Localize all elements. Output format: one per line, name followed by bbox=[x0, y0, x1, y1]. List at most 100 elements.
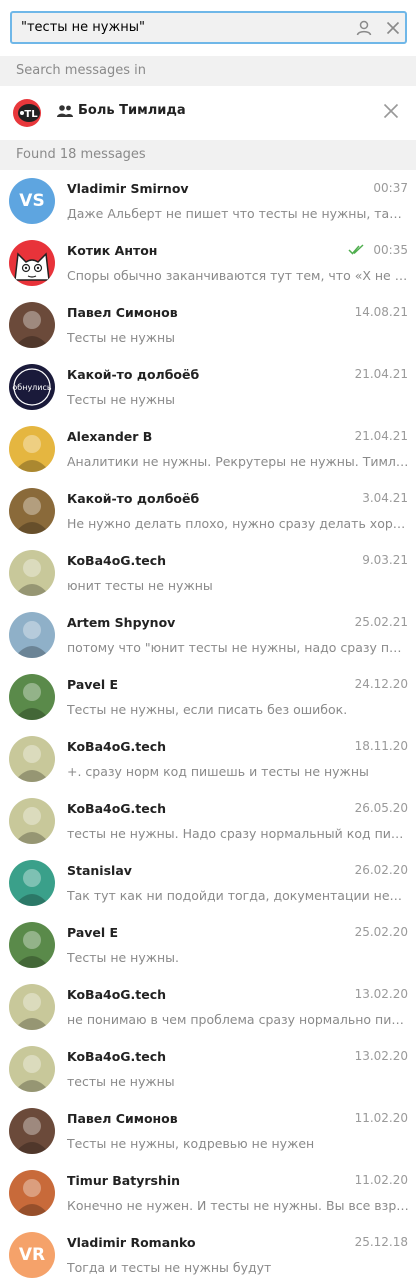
message-date: 26.05.20 bbox=[354, 801, 408, 815]
message-snippet: потому что "юнит тесты не нужны, надо ср… bbox=[67, 640, 409, 655]
message-snippet: Тогда и тесты не нужны будут bbox=[67, 1260, 272, 1275]
search-input[interactable] bbox=[21, 13, 341, 42]
avatar bbox=[9, 984, 55, 1030]
close-icon[interactable] bbox=[384, 19, 402, 37]
double-check-icon bbox=[348, 244, 364, 255]
message-date: 11.02.20 bbox=[354, 1173, 408, 1187]
message-date: 21.04.21 bbox=[354, 429, 408, 443]
photo-avatar-icon bbox=[9, 860, 55, 906]
avatar bbox=[9, 1170, 55, 1216]
photo-avatar-icon bbox=[9, 302, 55, 348]
avatar bbox=[9, 1046, 55, 1092]
message-snippet: Тесты не нужны bbox=[67, 392, 176, 407]
svg-text:обнулись: обнулись bbox=[12, 383, 52, 392]
sender-name: KoBa4oG.tech bbox=[67, 987, 167, 1002]
list-item[interactable]: VS Vladimir Smirnov 00:37 Даже Альберт не п… bbox=[0, 170, 416, 232]
cat-avatar-icon bbox=[9, 240, 55, 286]
message-date: 00:35 bbox=[373, 243, 408, 257]
svg-text:TL: TL bbox=[24, 109, 38, 120]
message-snippet: Так тут как ни подойди тогда, документац… bbox=[67, 888, 409, 903]
avatar bbox=[9, 302, 55, 348]
list-item[interactable]: VR Vladimir Romanko 25.12.18 Тогда и тесты … bbox=[0, 1224, 416, 1280]
avatar: обнулись bbox=[9, 364, 55, 410]
sender-name: KoBa4oG.tech bbox=[67, 1049, 167, 1064]
photo-avatar-icon bbox=[9, 674, 55, 720]
avatar-initials: VS bbox=[19, 191, 45, 211]
sender-name: Какой-то долбоёб bbox=[67, 367, 200, 382]
sender-name: Павел Симонов bbox=[67, 305, 178, 320]
scope-chat-row[interactable]: TL Боль Тимлида bbox=[0, 86, 416, 138]
list-item[interactable]: Котик Антон 00:35 Споры обычно заканчивают… bbox=[0, 232, 416, 294]
avatar bbox=[9, 860, 55, 906]
list-item[interactable]: KoBa4oG.tech 13.02.20 не понимаю в чем про… bbox=[0, 976, 416, 1038]
avatar bbox=[9, 798, 55, 844]
list-item[interactable]: Timur Batyrshin 11.02.20 Конечно не нужен.… bbox=[0, 1162, 416, 1224]
avatar bbox=[9, 922, 55, 968]
chat-logo-icon: TL bbox=[13, 99, 41, 127]
list-item[interactable]: KoBa4oG.tech 9.03.21 юнит тесты не нужны bbox=[0, 542, 416, 604]
photo-avatar-icon bbox=[9, 984, 55, 1030]
message-date: 21.04.21 bbox=[354, 367, 408, 381]
search-box[interactable] bbox=[10, 11, 407, 44]
message-snippet: Не нужно делать плохо, нужно сразу делат… bbox=[67, 516, 409, 531]
message-snippet: Тесты не нужны, кодревью не нужен bbox=[67, 1136, 315, 1151]
list-item[interactable]: Павел Симонов 14.08.21 Тесты не нужны bbox=[0, 294, 416, 356]
list-item[interactable]: KoBa4oG.tech 18.11.20 +. сразу норм код пи… bbox=[0, 728, 416, 790]
sender-name: Alexander B bbox=[67, 429, 153, 444]
photo-avatar-icon bbox=[9, 798, 55, 844]
avatar bbox=[9, 1108, 55, 1154]
sender-name: KoBa4oG.tech bbox=[67, 553, 167, 568]
list-item[interactable]: Павел Симонов 11.02.20 Тесты не нужны, код… bbox=[0, 1100, 416, 1162]
message-date: 11.02.20 bbox=[354, 1111, 408, 1125]
list-item[interactable]: KoBa4oG.tech 26.05.20 тесты не нужны. Надо… bbox=[0, 790, 416, 852]
message-date: 00:37 bbox=[373, 181, 408, 195]
list-item[interactable]: обнулись Какой-то долбоёб 21.04.21 Тесты не… bbox=[0, 356, 416, 418]
list-item[interactable]: Pavel E 25.02.20 Тесты не нужны. bbox=[0, 914, 416, 976]
sender-name: KoBa4oG.tech bbox=[67, 739, 167, 754]
user-icon[interactable] bbox=[355, 19, 373, 37]
message-snippet: Споры обычно заканчиваются тут тем, что … bbox=[67, 268, 409, 283]
message-snippet: не понимаю в чем проблема сразу нормальн… bbox=[67, 1012, 409, 1027]
sender-name: Vladimir Smirnov bbox=[67, 181, 189, 196]
list-item[interactable]: Какой-то долбоёб 3.04.21 Не нужно делать п… bbox=[0, 480, 416, 542]
message-snippet: Аналитики не нужны. Рекрутеры не нужны. … bbox=[67, 454, 409, 469]
message-date: 13.02.20 bbox=[354, 1049, 408, 1063]
message-snippet: тесты не нужны bbox=[67, 1074, 175, 1089]
sender-name: Павел Симонов bbox=[67, 1111, 178, 1126]
sender-name: Какой-то долбоёб bbox=[67, 491, 200, 506]
message-snippet: +. сразу норм код пишешь и тесты не нужн… bbox=[67, 764, 369, 779]
message-date: 25.02.20 bbox=[354, 925, 408, 939]
list-item[interactable]: Alexander B 21.04.21 Аналитики не нужны. Р… bbox=[0, 418, 416, 480]
close-icon[interactable] bbox=[382, 102, 400, 120]
avatar bbox=[9, 736, 55, 782]
message-snippet: Тесты не нужны bbox=[67, 330, 176, 345]
message-snippet: Тесты не нужны, если писать без ошибок. bbox=[67, 702, 348, 717]
avatar bbox=[9, 488, 55, 534]
list-item[interactable]: Artem Shpynov 25.02.21 потому что "юнит те… bbox=[0, 604, 416, 666]
list-item[interactable]: Pavel E 24.12.20 Тесты не нужны, если писа… bbox=[0, 666, 416, 728]
logo-avatar-icon: обнулись bbox=[9, 364, 55, 410]
photo-avatar-icon bbox=[9, 426, 55, 472]
message-date: 24.12.20 bbox=[354, 677, 408, 691]
sender-name: Pavel E bbox=[67, 677, 119, 692]
message-snippet: юнит тесты не нужны bbox=[67, 578, 213, 593]
message-snippet: тесты не нужны. Надо сразу нормальный ко… bbox=[67, 826, 409, 841]
scope-chat-name: Боль Тимлида bbox=[78, 103, 186, 118]
message-date: 25.02.21 bbox=[354, 615, 408, 629]
avatar bbox=[9, 612, 55, 658]
message-date: 9.03.21 bbox=[362, 553, 408, 567]
photo-avatar-icon bbox=[9, 922, 55, 968]
results-list: VS Vladimir Smirnov 00:37 Даже Альберт не п… bbox=[0, 170, 416, 1280]
sender-name: Timur Batyrshin bbox=[67, 1173, 181, 1188]
sender-name: Stanislav bbox=[67, 863, 132, 878]
list-item[interactable]: KoBa4oG.tech 13.02.20 тесты не нужны bbox=[0, 1038, 416, 1100]
sender-name: KoBa4oG.tech bbox=[67, 801, 167, 816]
search-bar bbox=[0, 0, 416, 58]
photo-avatar-icon bbox=[9, 488, 55, 534]
list-item[interactable]: Stanislav 26.02.20 Так тут как ни подойди … bbox=[0, 852, 416, 914]
photo-avatar-icon bbox=[9, 1046, 55, 1092]
photo-avatar-icon bbox=[9, 1108, 55, 1154]
message-snippet: Конечно не нужен. И тесты не нужны. Вы в… bbox=[67, 1198, 409, 1213]
avatar: VS bbox=[9, 178, 55, 224]
message-date: 26.02.20 bbox=[354, 863, 408, 877]
